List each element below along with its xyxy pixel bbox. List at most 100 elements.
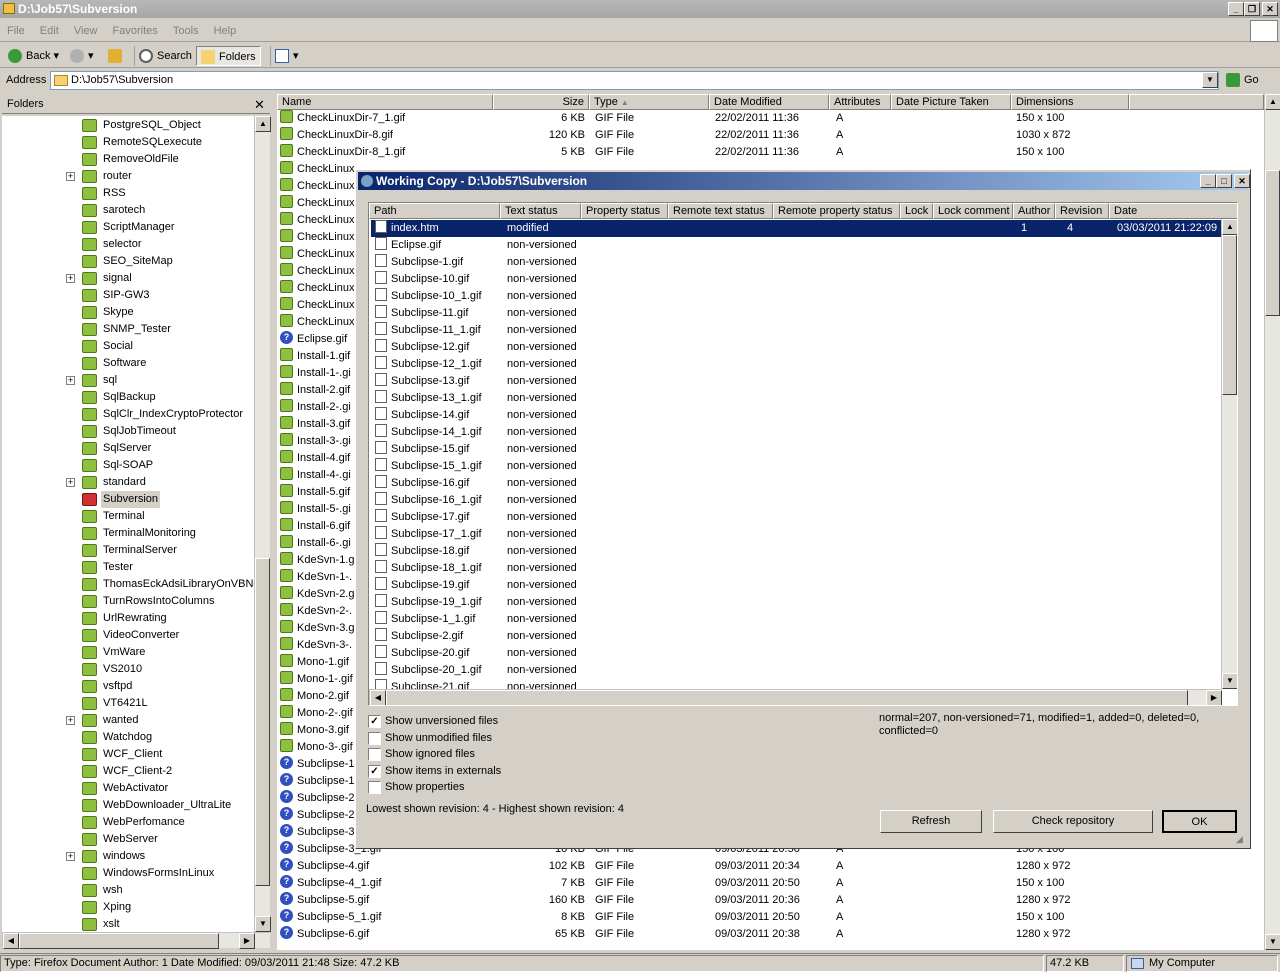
working-copy-row[interactable]: Subclipse-17.gif non-versioned [371,509,1221,526]
file-row[interactable]: ? Subclipse-6.gif 65 KB GIF File 09/03/2011 … [277,926,1264,943]
working-copy-row[interactable]: Subclipse-12_1.gif non-versioned [371,356,1221,373]
tree-item[interactable]: WindowsFormsInLinux [2,865,254,882]
column-header-property-status[interactable]: Property status [581,203,668,219]
tree-item[interactable]: TurnRowsIntoColumns [2,593,254,610]
minimize-button[interactable]: _ [1228,2,1244,16]
working-copy-row[interactable]: Subclipse-16_1.gif non-versioned [371,492,1221,509]
working-copy-row[interactable]: Subclipse-14.gif non-versioned [371,407,1221,424]
working-copy-list[interactable]: Path Text status Property status Remote … [368,202,1238,706]
file-row[interactable]: ? Subclipse-4.gif 102 KB GIF File 09/03/2011… [277,858,1264,875]
scroll-right-button[interactable]: ▶ [239,933,255,949]
restore-button[interactable]: ❐ [1244,2,1260,16]
tree-item[interactable]: SqlServer [2,440,254,457]
column-header-path[interactable]: Path [369,203,500,219]
tree-item[interactable]: Skype [2,304,254,321]
tree-item[interactable]: UrlRewrating [2,610,254,627]
working-copy-row[interactable]: Subclipse-17_1.gif non-versioned [371,526,1221,543]
file-row[interactable]: CheckLinuxDir-8_1.gif 5 KB GIF File 22/02/2… [277,144,1264,161]
working-copy-row[interactable]: Subclipse-13_1.gif non-versioned [371,390,1221,407]
file-row[interactable]: CheckLinuxDir-8.gif 120 KB GIF File 22/02/2… [277,127,1264,144]
tree-item[interactable]: VmWare [2,644,254,661]
tree-item[interactable]: VS2010 [2,661,254,678]
tree-item[interactable]: WebServer [2,831,254,848]
tree-item[interactable]: WebActivator [2,780,254,797]
tree-item[interactable]: WCF_Client-2 [2,763,254,780]
up-folder-button[interactable] [104,46,130,66]
views-button[interactable]: ▾ [270,46,303,66]
folders-button[interactable]: Folders [196,46,261,66]
tree-item[interactable]: Tester [2,559,254,576]
tree-item[interactable]: PostgreSQL_Object [2,117,254,134]
column-header-remote-property-status[interactable]: Remote property status [773,203,900,219]
forward-button[interactable]: ▾ [66,46,98,66]
scroll-thumb[interactable] [1222,235,1237,395]
working-copy-row[interactable]: Subclipse-19_1.gif non-versioned [371,594,1221,611]
scroll-up-button[interactable]: ▲ [255,116,271,132]
column-header-size[interactable]: Size [493,94,589,110]
working-copy-row[interactable]: Subclipse-14_1.gif non-versioned [371,424,1221,441]
tree-item[interactable]: SqlBackup [2,389,254,406]
working-copy-vscrollbar[interactable]: ▲ ▼ [1221,219,1237,689]
address-dropdown-button[interactable]: ▼ [1202,72,1218,88]
scroll-left-button[interactable]: ◀ [3,933,19,949]
working-copy-row[interactable]: Subclipse-1_1.gif non-versioned [371,611,1221,628]
option-label[interactable]: Show ignored files [385,748,475,760]
tree-item[interactable]: RemoteSQLexecute [2,134,254,151]
working-copy-row[interactable]: Subclipse-19.gif non-versioned [371,577,1221,594]
tree-item[interactable]: + windows [2,848,254,865]
option-checkbox[interactable] [368,748,381,761]
folder-tree-hscrollbar[interactable]: ◀ ▶ [2,932,270,949]
scroll-thumb[interactable] [386,690,1188,705]
menu-help[interactable]: Help [209,20,242,42]
tree-item[interactable]: sarotech [2,202,254,219]
menu-view[interactable]: View [69,20,103,42]
column-header-date[interactable]: Date [1109,203,1237,219]
menu-tools[interactable]: Tools [168,20,204,42]
tree-item[interactable]: TerminalServer [2,542,254,559]
tree-item[interactable]: + signal [2,270,254,287]
window-title-bar[interactable]: D:\Job57\Subversion _ ❐ ✕ [0,0,1280,18]
tree-item[interactable]: SIP-GW3 [2,287,254,304]
scroll-thumb[interactable] [19,933,219,949]
refresh-button[interactable]: Refresh [880,810,982,833]
tree-item[interactable]: vsftpd [2,678,254,695]
tree-item[interactable]: SqlClr_IndexCryptoProtector [2,406,254,423]
working-copy-row[interactable]: Subclipse-11_1.gif non-versioned [371,322,1221,339]
tree-item[interactable]: WebPerfomance [2,814,254,831]
column-header-lock-comment[interactable]: Lock comment [933,203,1013,219]
scroll-thumb[interactable] [255,558,270,886]
dialog-title-bar[interactable]: Working Copy - D:\Job57\Subversion _ □ ✕ [358,172,1250,190]
tree-item[interactable]: + router [2,168,254,185]
working-copy-row[interactable]: Subclipse-15_1.gif non-versioned [371,458,1221,475]
scroll-right-button[interactable]: ▶ [1206,690,1222,705]
working-copy-row[interactable]: Subclipse-20.gif non-versioned [371,645,1221,662]
tree-item[interactable]: Terminal [2,508,254,525]
working-copy-row[interactable]: Subclipse-13.gif non-versioned [371,373,1221,390]
scroll-left-button[interactable]: ◀ [370,690,386,705]
tree-item[interactable]: wsh [2,882,254,899]
menu-file[interactable]: File [2,20,30,42]
tree-item[interactable]: SNMP_Tester [2,321,254,338]
tree-item[interactable]: Software [2,355,254,372]
search-button[interactable]: Search [134,46,196,66]
expand-icon[interactable]: + [66,376,75,385]
column-header-attributes[interactable]: Attributes [829,94,891,110]
address-input[interactable]: D:\Job57\Subversion [50,71,1219,90]
dialog-close-button[interactable]: ✕ [1234,174,1250,188]
tree-item[interactable]: RemoveOldFile [2,151,254,168]
tree-item[interactable]: Social [2,338,254,355]
tree-item[interactable]: ScriptManager [2,219,254,236]
dialog-minimize-button[interactable]: _ [1200,174,1216,188]
file-row[interactable]: ? Subclipse-5.gif 160 KB GIF File 09/03/2011… [277,892,1264,909]
working-copy-row[interactable]: Subclipse-10_1.gif non-versioned [371,288,1221,305]
tree-item[interactable]: WebDownloader_UltraLite [2,797,254,814]
scroll-down-button[interactable]: ▼ [1265,934,1280,950]
working-copy-row[interactable]: Subclipse-1.gif non-versioned [371,254,1221,271]
check-repository-button[interactable]: Check repository [993,810,1153,833]
expand-icon[interactable]: + [66,172,75,181]
scroll-down-button[interactable]: ▼ [255,916,271,932]
option-label[interactable]: Show properties [385,781,465,793]
tree-item[interactable]: ThomasEckAdsiLibraryOnVBNet [2,576,254,593]
tree-item[interactable]: selector [2,236,254,253]
working-copy-row[interactable]: Subclipse-18.gif non-versioned [371,543,1221,560]
